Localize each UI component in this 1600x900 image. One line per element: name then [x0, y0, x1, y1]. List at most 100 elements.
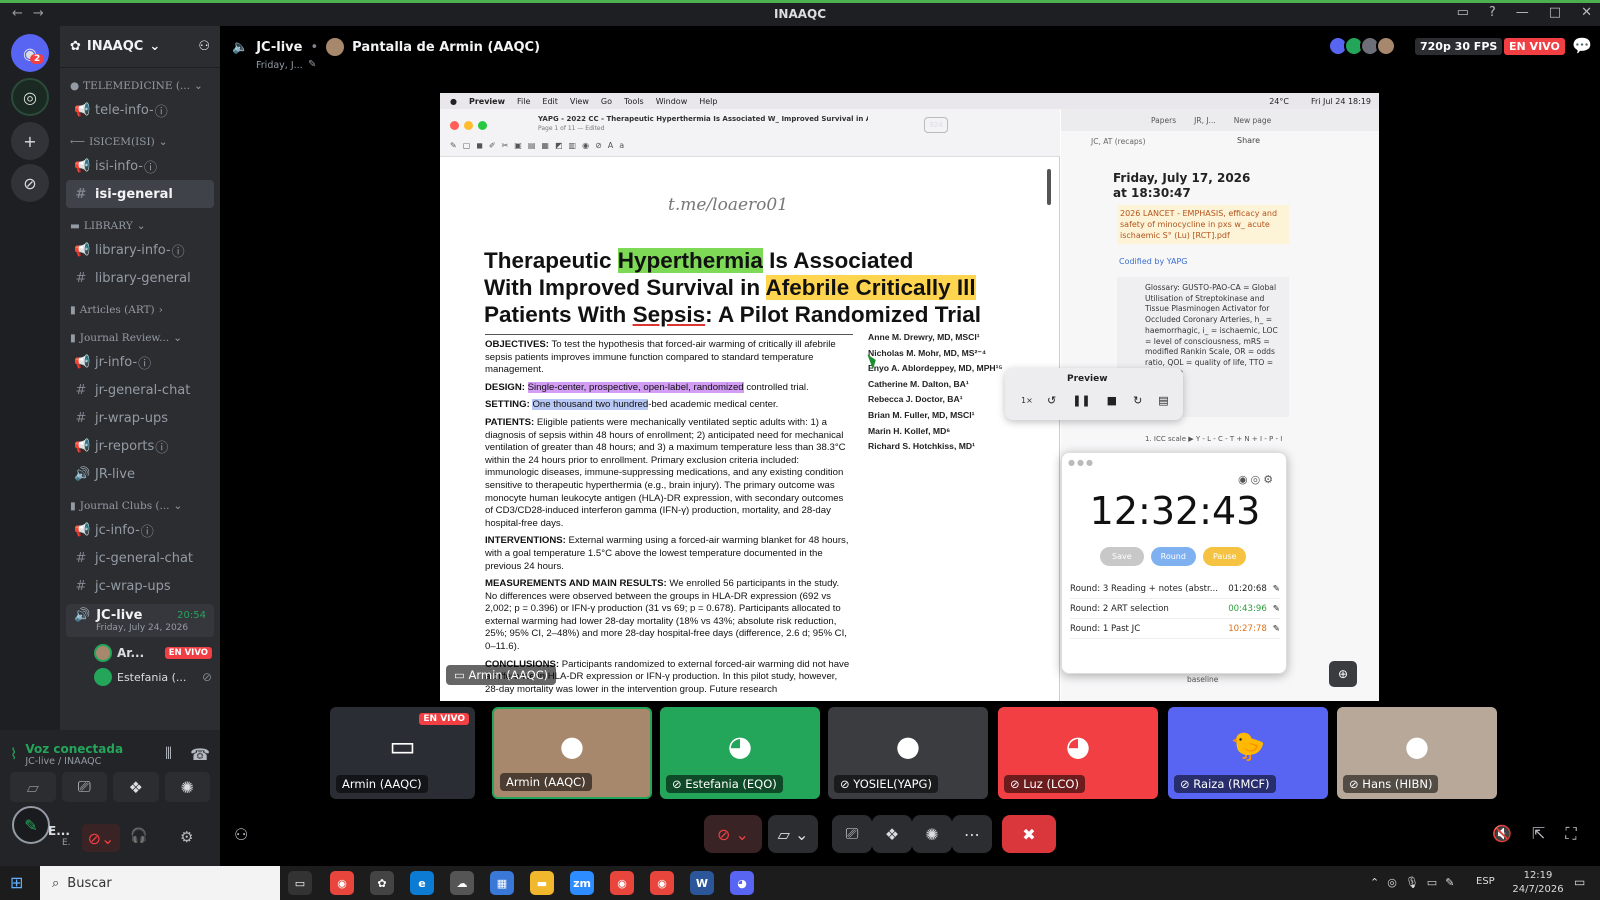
screenshare-button[interactable]: ⎚ [832, 815, 872, 853]
tray-chevron-icon[interactable]: ⌃ [1370, 876, 1379, 889]
minimize-dot[interactable] [464, 121, 473, 130]
chrome-icon[interactable]: ◉ [330, 871, 354, 895]
stop-icon[interactable]: ■ [1107, 394, 1117, 407]
category-header[interactable]: ▬ LIBRARY ⌄ [60, 216, 220, 236]
edit-fab[interactable]: ✎ [12, 806, 50, 844]
noise-icon[interactable]: ⦀ [165, 744, 172, 764]
mac-menu-item[interactable]: Go [601, 97, 612, 106]
mac-menu-item[interactable]: Preview [469, 97, 505, 106]
zoom-app-icon[interactable]: zm [570, 871, 594, 895]
activities-button[interactable]: ❖ [872, 815, 912, 853]
participant-tile[interactable]: ◕ ⊘ Luz (LCO) [998, 707, 1158, 799]
more-options-button[interactable]: ⋯ [952, 815, 992, 853]
tray-mic-icon[interactable]: 🎙 [1405, 876, 1419, 889]
mute-button[interactable]: ⊘⌄ [82, 824, 120, 852]
zoom-field[interactable]: 924 [924, 117, 948, 133]
settings-gear-icon[interactable]: ⚙ [180, 828, 193, 846]
taskbar-clock[interactable]: 12:19 24/7/2026 [1508, 869, 1568, 897]
edit-icon[interactable]: ✎ [1273, 624, 1280, 634]
channel-isi-info[interactable]: 📢 isi-info-ⓘ [66, 152, 214, 180]
codified-link[interactable]: Codified by YAPG [1119, 257, 1187, 266]
headphones-icon[interactable]: 🎧 [130, 828, 147, 844]
teams-icon[interactable]: ☁ [450, 871, 474, 895]
edit-icon[interactable]: ✎ [1273, 604, 1280, 614]
voice-member[interactable]: Estefania (... ⊘ [94, 665, 220, 689]
server-icon[interactable]: ◎ [11, 78, 49, 116]
word-icon[interactable]: W [690, 871, 714, 895]
channel-jr-wrap-ups[interactable]: # jr-wrap-ups [66, 404, 214, 432]
camera-toggle-button[interactable]: ▱ ⌄ [768, 815, 818, 853]
tray-pen-icon[interactable]: ✎ [1445, 876, 1454, 889]
notifications-icon[interactable]: ▭ [1574, 875, 1585, 889]
mic-mute-button[interactable]: ⊘ ⌄ [704, 815, 762, 853]
zoom-dot[interactable] [478, 121, 487, 130]
document-icon[interactable]: ▤ [1158, 394, 1168, 407]
edit-icon[interactable]: ✎ [1273, 584, 1280, 594]
chrome-profile-icon[interactable]: ◉ [650, 871, 674, 895]
store-icon[interactable]: ▦ [490, 871, 514, 895]
save-button[interactable]: Save [1100, 547, 1144, 566]
scrollbar[interactable] [1047, 169, 1051, 205]
share-button[interactable]: Share [1237, 136, 1260, 145]
camera-button[interactable]: ▱ [10, 772, 56, 802]
mac-menu-item[interactable]: Help [699, 97, 717, 106]
mac-menu-item[interactable]: Edit [542, 97, 558, 106]
discord-home-icon[interactable]: ◉ [11, 34, 49, 72]
participant-tile[interactable]: ● ⊘ YOSIEL(YAPG) [828, 707, 988, 799]
voice-member[interactable]: Ar... EN VIVO [94, 641, 220, 665]
edge-icon[interactable]: e [410, 871, 434, 895]
category-header[interactable]: ▮ Articles (ART) › [60, 300, 220, 320]
mac-menu-item[interactable]: File [517, 97, 530, 106]
explorer-icon[interactable]: ▬ [530, 871, 554, 895]
maximize-button[interactable]: □ [1549, 5, 1561, 20]
invite-icon[interactable]: ⚇ [234, 825, 248, 844]
playback-controls[interactable]: ↺ ❚❚ ■ ↻ ▤ [1047, 394, 1169, 407]
participant-tile[interactable]: ● Armin (AAQC) [492, 707, 652, 799]
participant-tile[interactable]: ◕ ⊘ Estefania (EQO) [660, 707, 820, 799]
soundboard-button[interactable]: ✺ [912, 815, 952, 853]
timer-settings-icons[interactable]: ◉◎⚙ [1238, 473, 1276, 486]
mac-menu-item[interactable]: Tools [624, 97, 644, 106]
mac-menu-item[interactable]: View [570, 97, 589, 106]
participant-tile[interactable]: ● ⊘ Hans (HIBN) [1337, 707, 1497, 799]
fullscreen-icon[interactable]: ⛶ [1565, 824, 1576, 844]
notes-tab[interactable]: JR, J... [1194, 116, 1216, 125]
tray-network-icon[interactable]: ▭ [1427, 876, 1437, 889]
channel-library-general[interactable]: # library-general [66, 264, 214, 292]
activity-button[interactable]: ❖ [113, 772, 159, 802]
channel-jr-info[interactable]: 📢 jr-info-ⓘ [66, 348, 214, 376]
soundboard-button[interactable]: ✺ [164, 772, 210, 802]
help-icon[interactable]: ? [1489, 5, 1496, 20]
windows-start-icon[interactable]: ⊞ [10, 873, 23, 892]
add-member-icon[interactable]: ⚇ [198, 39, 210, 54]
chat-icon[interactable]: 💬 [1572, 36, 1592, 55]
channel-jr-live[interactable]: 🔊 JR-live [66, 460, 214, 488]
round-row[interactable]: Round: 2 ART selection 00:43:96 ✎ [1070, 599, 1280, 619]
category-header[interactable]: ▮ Journal Review... ⌄ [60, 328, 220, 348]
explore-icon[interactable]: ⊘ [11, 164, 49, 202]
leave-call-button[interactable]: ✖ [1002, 815, 1056, 853]
markup-toolbar[interactable]: ✎▢◼✐✂▣▤▦◩▥◉⊘Aa [450, 141, 630, 150]
channel-jc-general-chat[interactable]: # jc-general-chat [66, 544, 214, 572]
channel-jc-wrap-ups[interactable]: # jc-wrap-ups [66, 572, 214, 600]
live-channel[interactable]: 🔊 JC-live 20:54 Friday, July 24, 2026 [66, 604, 214, 637]
pause-button[interactable]: Pause [1202, 547, 1247, 566]
screen-share-stream[interactable]: ● Preview File Edit View Go Tools Window Help 2… [440, 93, 1379, 701]
category-header[interactable]: ⟵ ISICEM(ISI) ⌄ [60, 132, 220, 152]
discord-icon[interactable]: ◕ [730, 871, 754, 895]
mac-menu-item[interactable]: Window [656, 97, 688, 106]
viewer-avatars[interactable] [1328, 36, 1396, 56]
speed-button[interactable]: 1× [1021, 396, 1033, 405]
round-row[interactable]: Round: 1 Past JC 10:27:78 ✎ [1070, 619, 1280, 639]
notes-tab[interactable]: Papers [1151, 116, 1176, 125]
popout-icon[interactable]: ⇱ [1532, 824, 1545, 844]
channel-library-info[interactable]: 📢 library-info-ⓘ [66, 236, 214, 264]
category-header[interactable]: ● TELEMEDICINE (... ⌄ [60, 76, 220, 96]
pencil-icon[interactable]: ✎ [308, 59, 316, 70]
notes-tab[interactable]: New page [1234, 116, 1271, 125]
close-dot[interactable] [450, 121, 459, 130]
screenshare-button[interactable]: ⎚ [61, 772, 107, 802]
restart-icon[interactable]: ↺ [1047, 394, 1056, 407]
minimize-button[interactable]: — [1516, 5, 1529, 20]
round-button[interactable]: Round [1150, 547, 1196, 566]
